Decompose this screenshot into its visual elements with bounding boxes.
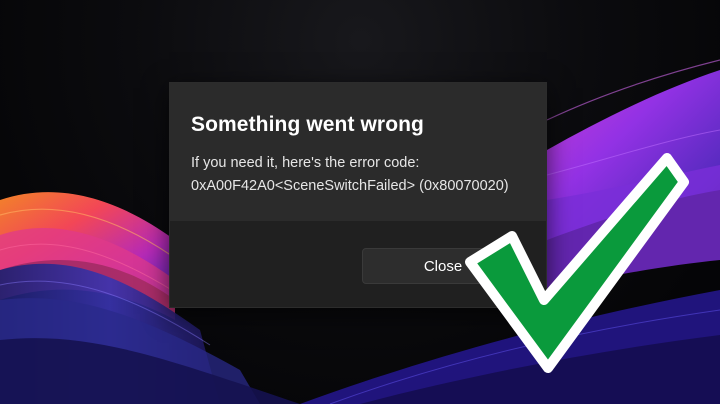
dialog-title: Something went wrong (191, 113, 424, 136)
error-code-text: 0xA00F42A0<SceneSwitchFailed> (0x8007002… (191, 178, 509, 194)
dialog-message: If you need it, here's the error code: (191, 155, 420, 171)
dialog-content (170, 83, 546, 221)
error-dialog: Something went wrong If you need it, her… (169, 82, 547, 308)
close-button[interactable]: Close (362, 248, 524, 284)
screen: Something went wrong If you need it, her… (0, 0, 720, 404)
